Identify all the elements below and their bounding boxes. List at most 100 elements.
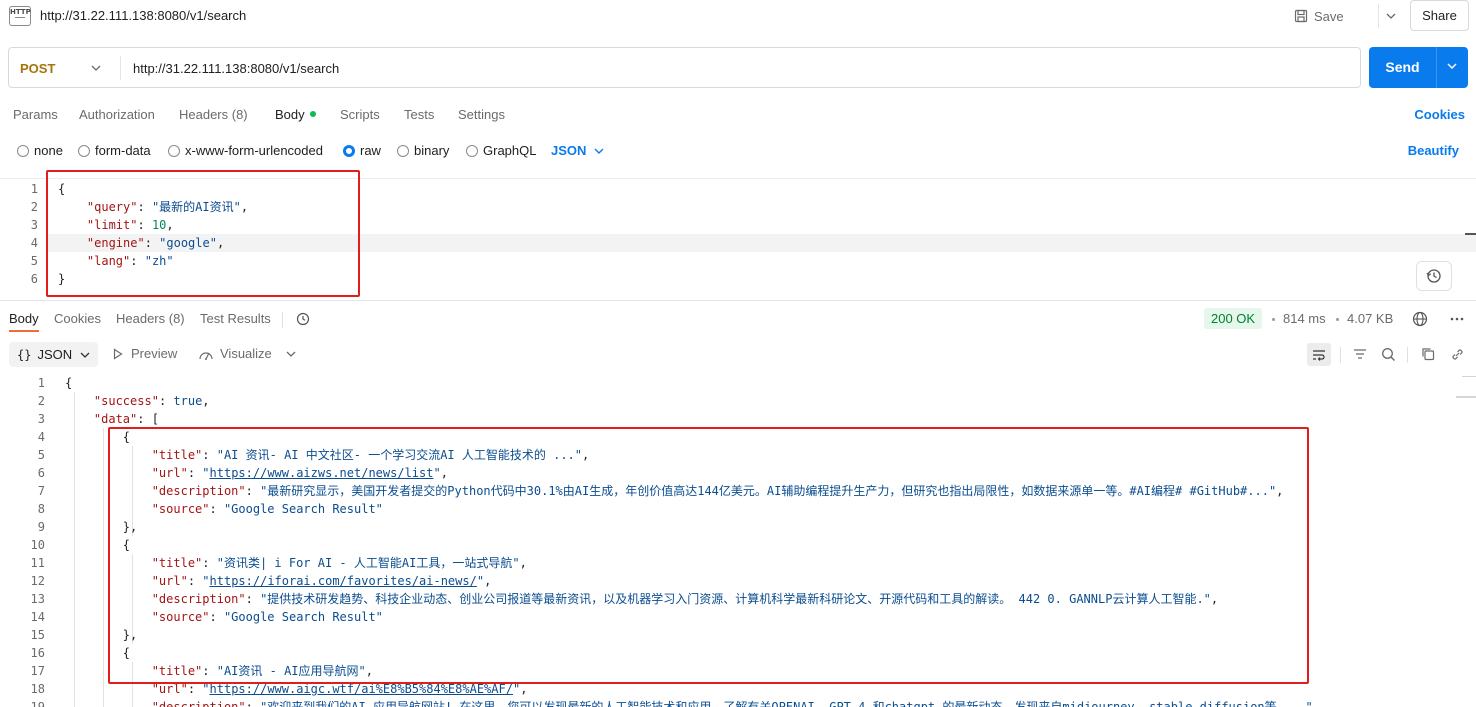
editor-scrollbar[interactable] <box>1465 233 1476 235</box>
line-number: 1 <box>30 182 38 196</box>
tab-authorization[interactable]: Authorization <box>79 107 155 122</box>
line-number: 5 <box>37 448 45 462</box>
body-indicator-dot <box>309 111 316 117</box>
chevron-down-icon <box>1386 13 1395 19</box>
tab-tests[interactable]: Tests <box>404 107 434 122</box>
line-number: 2 <box>37 394 45 408</box>
line-number: 16 <box>30 646 45 660</box>
preview-button[interactable]: Preview <box>113 346 177 361</box>
radio-graphql[interactable]: GraphQL <box>466 143 536 158</box>
response-tab-test-results[interactable]: Test Results <box>200 311 271 326</box>
radio-circle-icon <box>17 144 29 157</box>
radio-form-data[interactable]: form-data <box>78 143 151 158</box>
url-bar: POST http://31.22.111.138:8080/v1/search <box>8 47 1361 88</box>
line-number: 4 <box>37 430 45 444</box>
code-line: "success": true, <box>65 392 210 410</box>
body-format-label: JSON <box>551 143 587 158</box>
radio-circle-icon <box>168 144 180 157</box>
beautify-link[interactable]: Beautify <box>1408 143 1459 158</box>
search-icon[interactable] <box>1379 345 1397 363</box>
line-number: 15 <box>30 628 45 642</box>
radio-none[interactable]: none <box>17 143 63 158</box>
code-line: "data": [ <box>65 410 159 428</box>
play-icon <box>113 347 123 360</box>
line-number: 1 <box>37 376 45 390</box>
cookies-link[interactable]: Cookies <box>1414 107 1465 122</box>
globe-icon[interactable] <box>1411 310 1429 328</box>
response-scrollbar-top[interactable] <box>1462 376 1476 377</box>
share-button[interactable]: Share <box>1410 0 1469 31</box>
radio-label: none <box>34 143 63 158</box>
tab-settings[interactable]: Settings <box>458 107 505 122</box>
line-number: 8 <box>37 502 45 516</box>
history-button[interactable] <box>1416 261 1452 291</box>
line-number: 9 <box>37 520 45 534</box>
radio-selected-icon <box>343 144 355 157</box>
response-format-label: JSON <box>37 347 73 362</box>
wrap-lines-button[interactable] <box>1307 343 1331 366</box>
method-select[interactable]: POST <box>20 61 55 76</box>
tab-body[interactable]: Body <box>275 107 316 122</box>
code-token: "欢迎来到我们的AI 应用导航网站! 在这里，您可以发现最新的人工智能技术和应用… <box>260 700 1313 707</box>
body-format-select[interactable]: JSON <box>551 143 604 158</box>
response-history-icon[interactable] <box>294 310 312 328</box>
more-options-icon[interactable] <box>1448 310 1466 328</box>
radio-circle-icon <box>78 144 90 157</box>
tab-headers[interactable]: Headers (8) <box>179 107 248 122</box>
filter-icon[interactable] <box>1351 345 1369 363</box>
radio-label: GraphQL <box>483 143 537 158</box>
tab-body-label: Body <box>275 107 305 122</box>
radio-x-www-form-urlencoded[interactable]: x-www-form-urlencoded <box>168 143 323 158</box>
http-request-icon: HTTP <box>9 6 31 26</box>
send-button[interactable]: Send <box>1369 47 1468 88</box>
method-chevron-icon[interactable] <box>91 59 101 74</box>
code-token: : <box>187 682 203 696</box>
status-badge[interactable]: 200 OK <box>1204 308 1263 329</box>
request-title[interactable]: http://31.22.111.138:8080/v1/search <box>40 8 246 23</box>
line-number: 7 <box>37 484 45 498</box>
link-icon[interactable] <box>1448 345 1466 363</box>
url-input[interactable]: http://31.22.111.138:8080/v1/search <box>133 61 339 76</box>
response-format-select[interactable]: {} JSON <box>9 342 99 367</box>
response-tab-headers[interactable]: Headers (8) <box>116 311 185 326</box>
tab-scripts[interactable]: Scripts <box>340 107 380 122</box>
code-token: " <box>202 682 210 696</box>
visualize-label: Visualize <box>220 346 272 361</box>
radio-binary[interactable]: binary <box>397 143 449 158</box>
response-size[interactable]: 4.07 KB <box>1347 311 1393 326</box>
line-number: 10 <box>30 538 45 552</box>
code-token: , <box>202 394 210 408</box>
line-number: 19 <box>30 700 45 707</box>
code-token: "description" <box>151 700 246 707</box>
response-toolbar: {} JSON Preview Visualize <box>0 341 1476 367</box>
line-number: 14 <box>30 610 45 624</box>
braces-icon: {} <box>17 347 32 362</box>
response-scrollbar[interactable] <box>1456 396 1476 398</box>
response-tab-body[interactable]: Body <box>9 311 39 332</box>
top-bar: HTTP http://31.22.111.138:8080/v1/search… <box>0 0 1476 34</box>
line-number: 13 <box>30 592 45 606</box>
visualize-button[interactable]: Visualize <box>198 346 272 361</box>
http-icon-label: HTTP <box>10 8 31 16</box>
copy-icon[interactable] <box>1419 345 1437 363</box>
save-options-button[interactable] <box>1378 4 1402 28</box>
radio-raw[interactable]: raw <box>343 143 381 158</box>
line-number: 4 <box>30 236 38 250</box>
code-token: : [ <box>137 412 159 426</box>
radio-label: raw <box>360 143 381 158</box>
code-line: { <box>65 374 72 392</box>
visualize-chevron-icon[interactable] <box>282 345 300 363</box>
response-tab-cookies[interactable]: Cookies <box>54 311 101 326</box>
code-token: "success" <box>93 394 159 408</box>
response-time[interactable]: 814 ms <box>1283 311 1326 326</box>
tab-params[interactable]: Params <box>13 107 58 122</box>
send-options-chevron-icon[interactable] <box>1445 58 1459 73</box>
request-tabs: Params Authorization Headers (8) Body Sc… <box>0 105 1476 125</box>
save-button[interactable]: Save <box>1294 4 1344 28</box>
history-icon <box>1426 269 1441 283</box>
preview-label: Preview <box>131 346 178 361</box>
line-number: 11 <box>30 556 45 570</box>
url-link[interactable]: https://www.aigc.wtf/ai%E8%B5%84%E8%AE%A… <box>210 682 513 696</box>
wrap-icon <box>1313 349 1325 361</box>
save-icon <box>1294 9 1308 23</box>
